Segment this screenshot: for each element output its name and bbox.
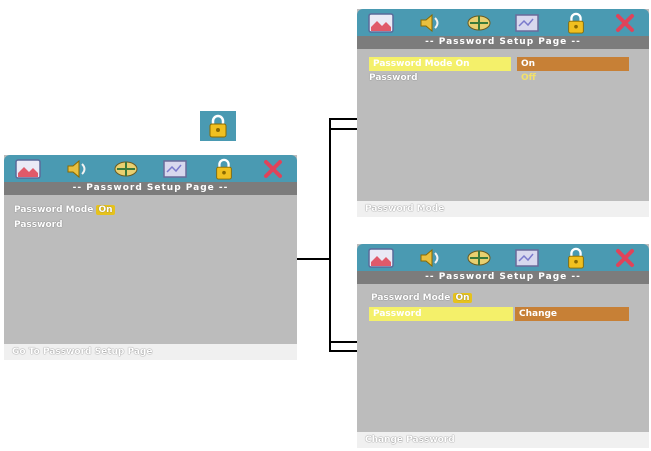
password-mode-value: On <box>96 205 115 215</box>
general-setup-icon[interactable] <box>13 158 43 180</box>
close-icon[interactable] <box>610 247 640 269</box>
password-mode-row[interactable]: Password Mode On <box>371 292 472 305</box>
password-setup-panel-change: -- Password Setup Page -- Password Mode … <box>357 244 649 448</box>
video-setup-icon[interactable] <box>512 247 542 269</box>
lock-icon[interactable] <box>209 158 239 180</box>
audio-setup-icon[interactable] <box>415 247 445 269</box>
close-icon[interactable] <box>610 12 640 34</box>
password-setup-panel-main: -- Password Setup Page -- Password Mode … <box>4 155 297 360</box>
lock-icon[interactable] <box>561 247 591 269</box>
dolby-setup-icon[interactable] <box>464 12 494 34</box>
password-mode-value: On <box>453 293 472 303</box>
password-row[interactable]: Password <box>369 72 418 85</box>
connector-to-top-panel <box>329 118 357 120</box>
lock-icon[interactable] <box>561 12 591 34</box>
status-bar: Go To Password Setup Page <box>4 344 297 360</box>
connector-to-top-panel-2 <box>329 128 357 130</box>
option-change[interactable]: Change <box>515 307 629 321</box>
general-setup-icon[interactable] <box>366 247 396 269</box>
page-title: -- Password Setup Page -- <box>4 182 297 195</box>
connector-vertical <box>329 118 331 351</box>
status-bar: Change Password <box>357 432 649 448</box>
option-on[interactable]: On <box>517 57 629 71</box>
connector-to-bottom-panel-2 <box>329 350 357 352</box>
option-off[interactable]: Off <box>517 71 581 85</box>
close-icon[interactable] <box>258 158 288 180</box>
password-label[interactable]: Password <box>369 307 513 321</box>
password-setup-panel-mode: -- Password Setup Page -- Password Mode … <box>357 9 649 217</box>
page-title: -- Password Setup Page -- <box>357 271 649 284</box>
dolby-setup-icon[interactable] <box>111 158 141 180</box>
password-mode-label: Password Mode <box>14 205 94 215</box>
audio-setup-icon[interactable] <box>415 12 445 34</box>
general-setup-icon[interactable] <box>366 12 396 34</box>
password-row[interactable]: Password <box>14 219 63 232</box>
lock-icon <box>200 111 236 141</box>
connector-horizontal <box>297 258 330 260</box>
audio-setup-icon[interactable] <box>62 158 92 180</box>
icon-toolbar <box>357 9 649 36</box>
video-setup-icon[interactable] <box>512 12 542 34</box>
icon-toolbar <box>4 155 297 182</box>
password-mode-label: Password Mode <box>371 293 451 303</box>
connector-to-bottom-panel <box>329 341 357 343</box>
password-mode-label[interactable]: Password Mode On <box>369 57 511 71</box>
page-title: -- Password Setup Page -- <box>357 36 649 49</box>
status-bar: Password Mode <box>357 201 649 217</box>
password-mode-row[interactable]: Password Mode On <box>14 204 115 217</box>
video-setup-icon[interactable] <box>160 158 190 180</box>
icon-toolbar <box>357 244 649 271</box>
dolby-setup-icon[interactable] <box>464 247 494 269</box>
